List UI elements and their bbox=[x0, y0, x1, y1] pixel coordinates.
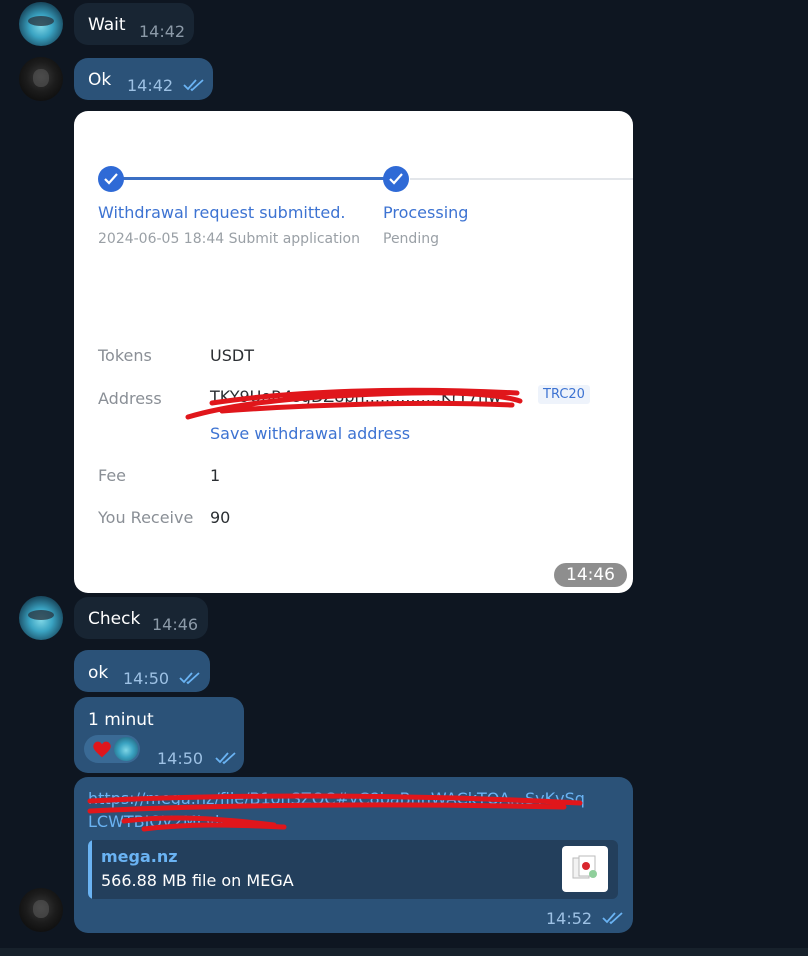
user-avatar[interactable] bbox=[19, 888, 63, 932]
reaction-avatar bbox=[114, 737, 138, 761]
message-text: Ok bbox=[88, 70, 112, 90]
read-checkmarks-icon bbox=[183, 79, 204, 92]
preview-description: 566.88 MB file on MEGA bbox=[101, 871, 294, 890]
address-label: Address bbox=[98, 389, 162, 408]
message-time: 14:42 bbox=[127, 76, 174, 95]
read-checkmarks-icon bbox=[179, 672, 200, 685]
message-time: 14:50 bbox=[123, 669, 170, 688]
withdrawal-screenshot-image[interactable]: Withdrawal request submitted. 2024-06-05… bbox=[74, 111, 633, 593]
message-time: 14:50 bbox=[157, 749, 204, 768]
preview-site-name: mega.nz bbox=[101, 847, 178, 866]
message-time: 14:46 bbox=[152, 615, 199, 634]
fee-label: Fee bbox=[98, 466, 127, 485]
message-text: ok bbox=[88, 663, 109, 683]
read-checkmarks-icon bbox=[215, 752, 236, 765]
progress-line bbox=[111, 177, 398, 180]
preview-accent-bar bbox=[88, 840, 92, 899]
step2-title: Processing bbox=[383, 203, 469, 222]
step1-title: Withdrawal request submitted. bbox=[98, 203, 346, 222]
step-processing-icon bbox=[383, 166, 409, 192]
address-value: TKY9UoR4sgDZ8pn...............KrY7hw bbox=[210, 387, 502, 406]
progress-line-pending bbox=[410, 178, 633, 180]
fee-value: 1 bbox=[210, 466, 221, 485]
receive-label: You Receive bbox=[98, 508, 194, 527]
message-bubble-ok-lower[interactable]: ok 14:50 bbox=[74, 650, 210, 692]
message-bubble-wait[interactable]: Wait 14:42 bbox=[74, 3, 194, 45]
chat-footer-strip bbox=[0, 948, 808, 956]
message-text: 1 minut bbox=[88, 710, 154, 730]
message-bubble-1-minut[interactable]: 1 minut 14:50 bbox=[74, 697, 244, 773]
message-time: 14:42 bbox=[139, 22, 186, 41]
receive-value: 90 bbox=[210, 508, 231, 527]
message-bubble-ok[interactable]: Ok 14:42 bbox=[74, 58, 213, 100]
message-time: 14:52 bbox=[546, 909, 593, 928]
contact-avatar[interactable] bbox=[19, 596, 63, 640]
mega-file-icon bbox=[562, 846, 608, 892]
link-line-1[interactable]: https://mega.nz/file/B1onSZQC#yC8baBnnWA… bbox=[88, 789, 585, 808]
link-line-2[interactable]: LCWTBIOV2MLvin... bbox=[88, 812, 245, 831]
reaction-chip[interactable] bbox=[84, 735, 140, 763]
tokens-value: USDT bbox=[210, 346, 254, 365]
step2-subtitle: Pending bbox=[383, 231, 439, 247]
contact-avatar[interactable] bbox=[19, 2, 63, 46]
step-complete-icon bbox=[98, 166, 124, 192]
step1-subtitle: 2024-06-05 18:44 Submit application bbox=[98, 231, 360, 247]
network-tag: TRC20 bbox=[538, 385, 590, 404]
message-bubble-link[interactable]: https://mega.nz/file/B1onSZQC#yC8baBnnWA… bbox=[74, 777, 633, 933]
message-bubble-check[interactable]: Check 14:46 bbox=[74, 597, 208, 639]
save-address-link: Save withdrawal address bbox=[210, 424, 411, 443]
tokens-label: Tokens bbox=[98, 346, 152, 365]
message-text: Wait bbox=[88, 15, 126, 35]
read-checkmarks-icon bbox=[602, 912, 623, 925]
message-text: Check bbox=[88, 609, 141, 629]
link-preview-card[interactable]: mega.nz 566.88 MB file on MEGA bbox=[88, 840, 618, 899]
image-time: 14:46 bbox=[554, 563, 627, 587]
user-avatar[interactable] bbox=[19, 57, 63, 101]
heart-icon bbox=[93, 741, 111, 758]
